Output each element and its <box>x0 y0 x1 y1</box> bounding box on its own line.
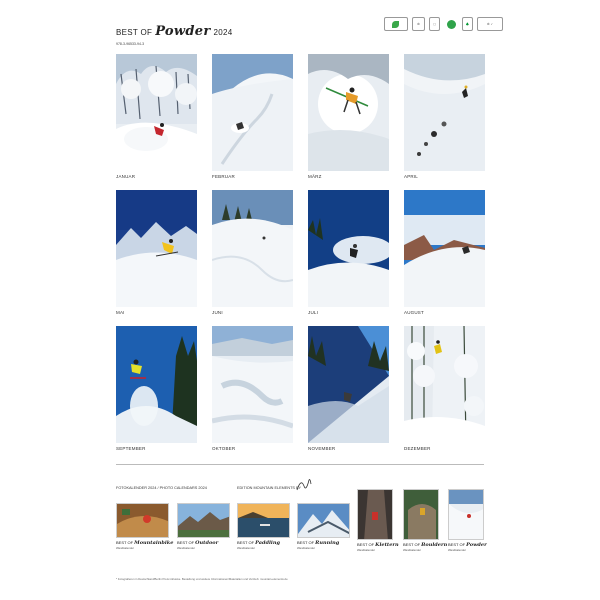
outdoor-thumb <box>177 503 230 538</box>
outdoor-sub: Wandkalender <box>177 546 195 550</box>
fsc-tree-logo: 🌲 <box>462 17 473 31</box>
isbn-text: 978-3-96533-94-3 <box>116 42 145 46</box>
paddling-sub: Wandkalender <box>237 546 255 550</box>
april-photo <box>404 54 485 171</box>
klettern-thumb <box>357 489 393 540</box>
month-august: AUGUST <box>404 190 485 315</box>
month-november: NOVEMBER <box>308 326 389 451</box>
february-photo <box>212 54 293 171</box>
calendar-powder[interactable]: BEST OF Powder Wandkalender <box>448 489 487 552</box>
month-october: OKTOBER <box>212 326 293 451</box>
divider-line <box>116 464 484 465</box>
april-label: APRIL <box>404 174 419 179</box>
green-circle-logo <box>444 17 458 31</box>
circle-icon <box>446 19 456 29</box>
december-label: DEZEMBER <box>404 446 431 451</box>
may-label: MAI <box>116 310 125 315</box>
month-april: APRIL <box>404 54 485 179</box>
signature-logo <box>296 479 312 491</box>
title-brand: Powder <box>155 24 211 39</box>
paper-cert-logo: ♻ ✓ <box>477 17 503 31</box>
eco-logos: ♻ ▢ 🌲 ♻ ✓ <box>384 17 503 31</box>
october-photo <box>212 326 293 443</box>
powder-thumb <box>448 489 484 540</box>
month-january: JANUAR <box>116 54 197 179</box>
mountainbike-thumb <box>116 503 169 538</box>
photo-calendars-heading: FOTOKALENDER 2024 / PHOTO CALENDARS 2024 <box>116 486 207 490</box>
month-september: SEPTEMBER <box>116 326 197 451</box>
calendar-paddling[interactable]: BEST OF Paddling Wandkalender <box>237 503 290 550</box>
november-label: NOVEMBER <box>308 446 336 451</box>
paddling-thumb <box>237 503 290 538</box>
month-february: FEBRUAR <box>212 54 293 179</box>
march-photo <box>308 54 389 171</box>
march-label: MÄRZ <box>308 174 322 179</box>
klettern-sub: Wandkalender <box>357 548 375 552</box>
calendar-running[interactable]: BEST OF Running Wandkalender <box>297 503 350 550</box>
july-photo <box>308 190 389 307</box>
title-year: 2024 <box>213 28 233 37</box>
month-march: MÄRZ <box>308 54 389 179</box>
august-label: AUGUST <box>404 310 424 315</box>
title-prefix: BEST OF <box>116 28 153 37</box>
running-sub: Wandkalender <box>297 546 315 550</box>
calendar-bouldern[interactable]: BEST OF Bouldern Wandkalender <box>403 489 447 552</box>
month-december: DEZEMBER <box>404 326 485 451</box>
february-label: FEBRUAR <box>212 174 235 179</box>
calendar-outdoor[interactable]: BEST OF Outdoor Wandkalender <box>177 503 230 550</box>
footnote: * Fotografieren in Deutschland/Berlin Pr… <box>116 577 288 581</box>
leaf-icon <box>391 20 399 28</box>
mountainbike-sub: Wandkalender <box>116 546 134 550</box>
bouldern-sub: Wandkalender <box>403 548 421 552</box>
november-photo <box>308 326 389 443</box>
calendar-sheet: BEST OF Powder 2024 978-3-96533-94-3 ♻ ▢… <box>0 0 600 600</box>
running-thumb <box>297 503 350 538</box>
december-photo <box>404 326 485 443</box>
edition-heading: EDITION MOUNTAIN ELEMENTS BY <box>237 486 302 490</box>
january-label: JANUAR <box>116 174 136 179</box>
fsc-small-logo: ▢ <box>429 17 440 31</box>
august-photo <box>404 190 485 307</box>
october-label: OKTOBER <box>212 446 236 451</box>
blue-angel-logo <box>384 17 408 31</box>
month-may: MAI <box>116 190 197 315</box>
may-photo <box>116 190 197 307</box>
month-june: JUNI <box>212 190 293 315</box>
september-photo <box>116 326 197 443</box>
september-label: SEPTEMBER <box>116 446 146 451</box>
calendar-klettern[interactable]: BEST OF Klettern Wandkalender <box>357 489 399 552</box>
calendar-mountainbike[interactable]: BEST OF Mountainbike Wandkalender <box>116 503 173 550</box>
july-label: JULI <box>308 310 319 315</box>
month-july: JULI <box>308 190 389 315</box>
powder-sub: Wandkalender <box>448 548 466 552</box>
bouldern-thumb <box>403 489 439 540</box>
june-label: JUNI <box>212 310 223 315</box>
recycle-logo: ♻ <box>412 17 425 31</box>
calendar-title: BEST OF Powder 2024 <box>116 24 233 39</box>
january-photo <box>116 54 197 171</box>
june-photo <box>212 190 293 307</box>
